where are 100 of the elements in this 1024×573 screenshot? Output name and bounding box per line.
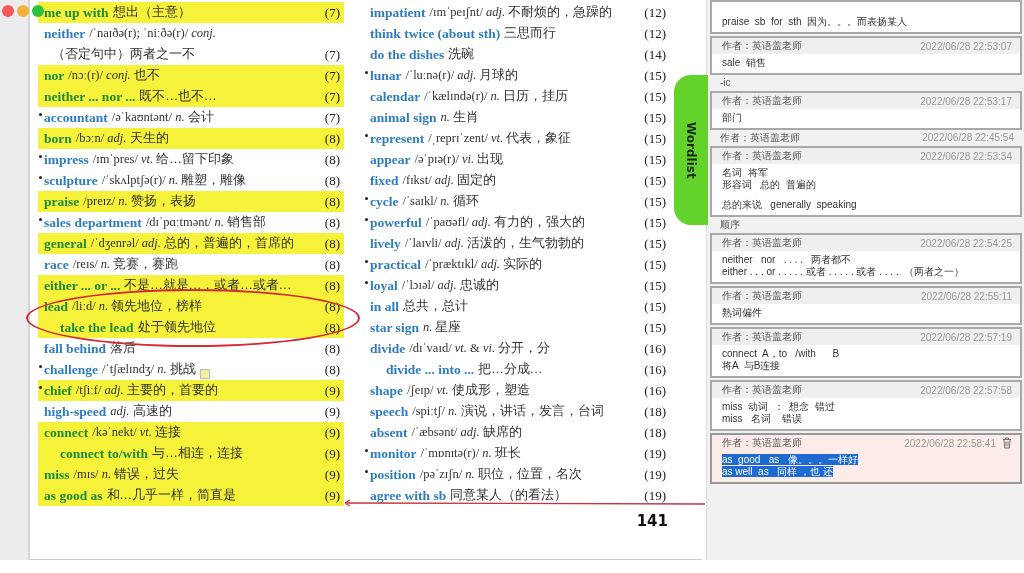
definition-text: /dɪˈvaɪd/ vt. & vi. 分开，分 [409, 340, 551, 357]
headword: shape [370, 382, 403, 399]
page-reference: (8) [324, 151, 340, 168]
note-icon[interactable] [199, 368, 210, 379]
headword: neither [44, 25, 86, 42]
comment-card[interactable]: praise sb for sth 因为。。。而表扬某人 [710, 0, 1022, 34]
page-reference: (18) [644, 424, 666, 441]
page-reference: (15) [644, 151, 666, 168]
comment-author: 作者：英语盖老师 [722, 39, 802, 53]
comment-author: 作者：英语盖老师 [722, 236, 802, 250]
headword: think twice (about sth) [370, 25, 501, 42]
definition-text: 既不…也不… [139, 88, 217, 105]
definition-text: 想出（主意） [112, 4, 191, 21]
definition-text: /ɪmˈpeɪʃnt/ adj. 不耐烦的，急躁的 [429, 4, 613, 21]
comment-card[interactable]: 作者：英语盖老师 2022/06/28 22:55:11 熟词偏件 [710, 286, 1022, 325]
wordlist-tab[interactable]: Wordlist [674, 75, 708, 225]
headword: chief [44, 382, 72, 399]
definition-text: /dɪˈpɑːtmənt/ n. 销售部 [145, 214, 267, 231]
comment-text: 顺序 [720, 219, 740, 231]
headword: sculpture [44, 172, 98, 189]
headword: miss [44, 466, 70, 483]
definition-text: 与…相连，连接 [152, 445, 243, 462]
page-reference: (15) [644, 256, 666, 273]
comment-time: 2022/06/28 22:53:34 [920, 150, 1012, 162]
definition-text: /kəˈnekt/ vt. 连接 [92, 424, 182, 441]
comment-text: praise sb for sth 因为。。。而表扬某人 [722, 16, 908, 27]
definition-text: /ˈpræktɪkl/ adj. 实际的 [425, 256, 543, 273]
comment-text: 形容词 总的 普遍的 [722, 179, 816, 190]
headword: general [44, 235, 87, 252]
headword: represent [370, 130, 425, 147]
comment-text: 总的来说 generally speaking [722, 199, 857, 210]
comment-card[interactable]: 作者：英语盖老师 2022/06/28 22:53:07 sale 销售 [710, 36, 1022, 75]
comment-card[interactable]: 作者：英语盖老师 2022/06/28 22:57:19 connect A，to /with B 将A 与B连接 [710, 327, 1022, 378]
page-reference: (8) [324, 235, 340, 252]
headword: divide [370, 340, 406, 357]
comment-card[interactable]: 作者：英语盖老师 2022/06/28 22:53:17 部门 [710, 91, 1022, 130]
headword: fall behind [44, 340, 106, 357]
definition-text: /ɪmˈpres/ vt. 给…留下印象 [92, 151, 234, 168]
page-reference: (15) [644, 319, 666, 336]
page-reference: (7) [324, 67, 340, 84]
definition-text: /ˈtʃælɪndʒ/ n. 挑战 [102, 361, 196, 378]
page-reference: (15) [644, 130, 666, 147]
page-reference: (15) [644, 277, 666, 294]
page-reference: (19) [644, 466, 666, 483]
definition-text: 总共，总计 [402, 298, 468, 315]
definition-text: /ˈlaɪvli/ adj. 活泼的，生气勃勃的 [404, 235, 584, 252]
definition-text: 三思而行 [504, 25, 557, 42]
headword: lively [370, 235, 401, 252]
headword: as good as [44, 487, 103, 504]
comment-time: 2022/06/28 22:58:41 [904, 437, 996, 449]
comment-text: 熟词偏件 [722, 307, 762, 318]
definition-text: （否定句中）两者之一不 [52, 46, 195, 63]
headword: take the lead [60, 319, 134, 336]
comment-time: 2022/06/28 22:45:54 [922, 132, 1014, 144]
comment-card[interactable]: 作者：英语盖老师 2022/06/28 22:58:41 as good as 像。。。一样好 as well as 同样 ，也 还 [710, 433, 1022, 484]
definition-text: /ˈæbsənt/ adj. 缺席的 [411, 424, 522, 441]
page-reference: (7) [324, 109, 340, 126]
definition-text: /ˈpaʊəfl/ adj. 有力的，强大的 [425, 214, 586, 231]
headword: calendar [370, 88, 421, 105]
page-reference: (15) [644, 214, 666, 231]
definition-text: n. 星座 [422, 319, 462, 336]
definition-text: 同意某人（的看法） [450, 487, 568, 504]
comment-time: 2022/06/28 22:57:58 [920, 384, 1012, 396]
comment-card[interactable]: 作者：英语盖老师 2022/06/28 22:53:34 名词 将军 形容词 总的 普遍的 总的来说 generally speaking [710, 146, 1022, 217]
comment-card[interactable]: 作者：英语盖老师 2022/06/28 22:57:58 miss 动词 ： 想念 错过 miss 名词 错误 [710, 380, 1022, 431]
headword: lead [44, 298, 68, 315]
page-reference: (8) [324, 277, 340, 294]
page-reference: (19) [644, 445, 666, 462]
headword: loyal [370, 277, 398, 294]
headword: agree with sb [370, 487, 447, 504]
page-reference: (18) [644, 403, 666, 420]
page-reference: (16) [644, 382, 666, 399]
headword: nor [44, 67, 65, 84]
headword: lunar [370, 67, 402, 84]
trash-icon[interactable] [1002, 437, 1012, 449]
definition-text: /spiːtʃ/ n. 演说，讲话，发言，台词 [412, 403, 604, 420]
headword: cycle [370, 193, 399, 210]
page-reference: (15) [644, 109, 666, 126]
headword: challenge [44, 361, 98, 378]
page-reference: (9) [324, 445, 340, 462]
page-reference: (8) [324, 172, 340, 189]
headword: race [44, 256, 69, 273]
page-reference: (8) [324, 361, 340, 378]
page-number: 141 [635, 512, 668, 530]
headword: animal sign [370, 109, 437, 126]
page-reference: (15) [644, 67, 666, 84]
definition-text: /ˈmɒnɪtə(r)/ n. 班长 [420, 445, 521, 462]
definition-text: 落后 [109, 340, 136, 357]
definition-text: /ˈkælɪndə(r)/ n. 日历，挂历 [424, 88, 569, 105]
definition-text: /tʃiːf/ adj. 主要的，首要的 [75, 382, 218, 399]
headword: position [370, 466, 416, 483]
comment-card[interactable]: 作者：英语盖老师 2022/06/28 22:54:25 neither nor . . . . 两者都不 either . . . or . . . . . 或者 . . . . . 或者 . . . . （两者之一） [710, 233, 1022, 284]
comment-time: 2022/06/28 22:57:19 [920, 331, 1012, 343]
headword: appear [370, 151, 411, 168]
headword: monitor [370, 445, 417, 462]
page-reference: (15) [644, 88, 666, 105]
definition-text: /fɪkst/ adj. 固定的 [402, 172, 497, 189]
definition-text: /nɔː(r)/ conj. 也不 [68, 67, 160, 84]
definition-text: n. 生肖 [440, 109, 479, 126]
page-reference: (14) [644, 46, 666, 63]
